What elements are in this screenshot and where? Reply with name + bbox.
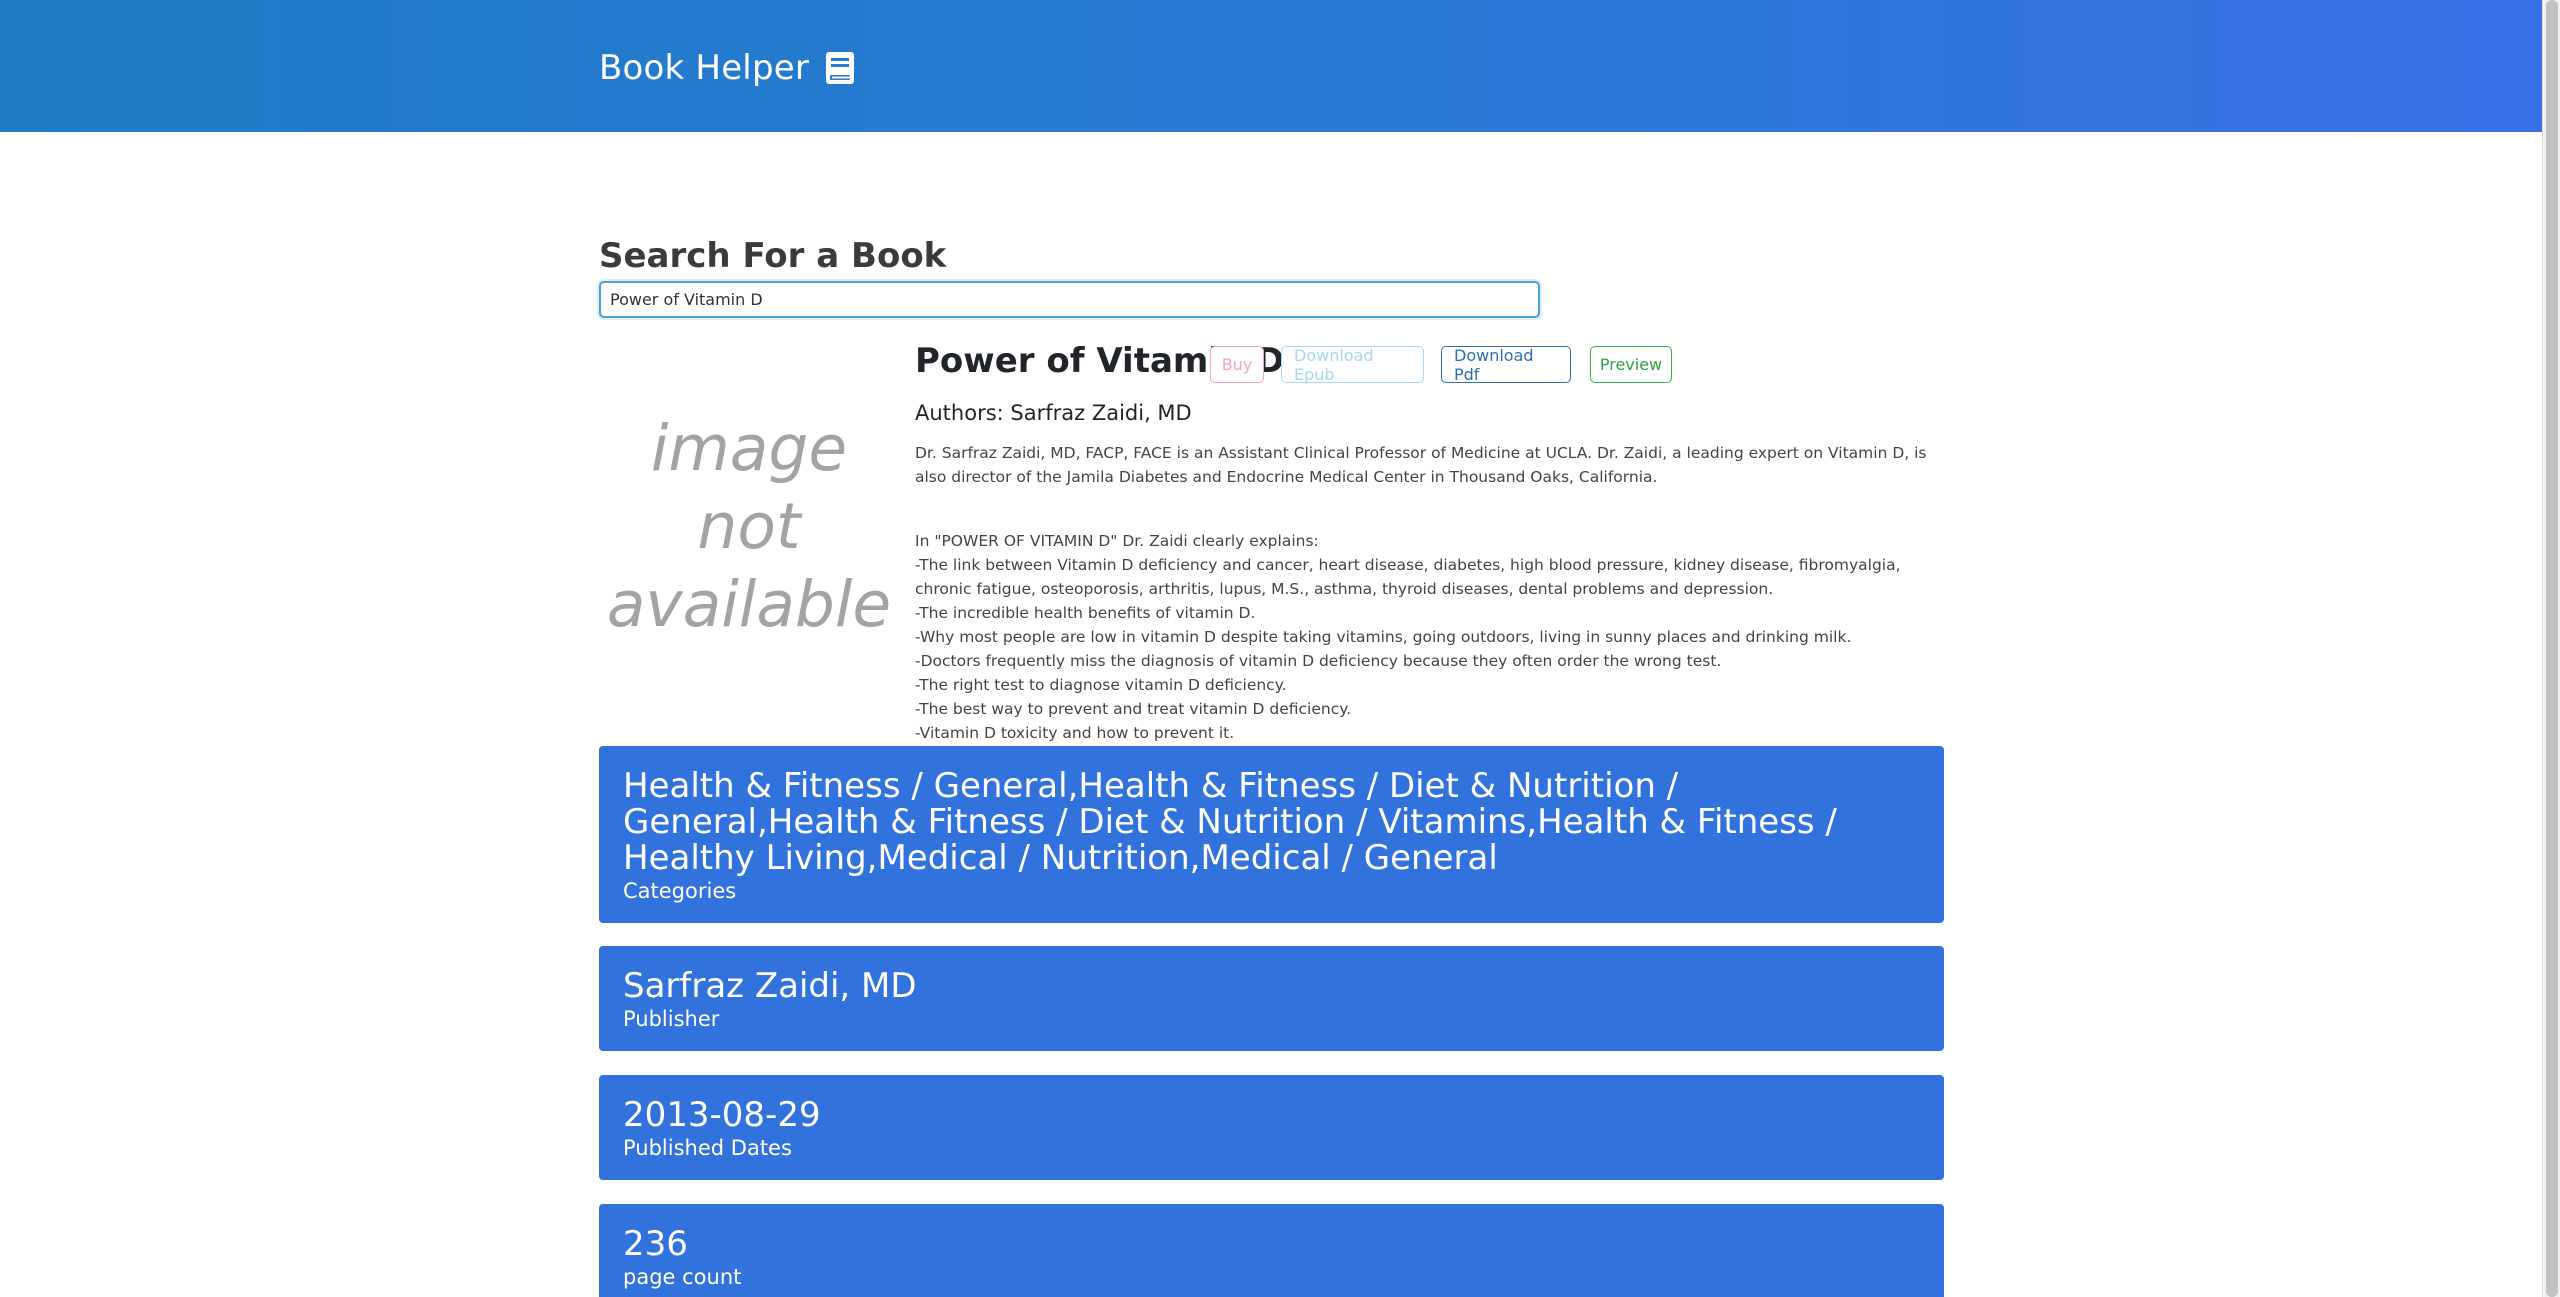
search-heading: Search For a Book	[599, 236, 947, 276]
description-line: -The right test to diagnose vitamin D de…	[915, 676, 1287, 694]
description-line: In "POWER OF VITAMIN D" Dr. Zaidi clearl…	[915, 532, 1319, 550]
page-count-value: 236	[623, 1224, 688, 1264]
description-line: -The incredible health benefits of vitam…	[915, 604, 1256, 622]
page-count-card: 236 page count	[599, 1204, 1944, 1297]
categories-label: Categories	[623, 879, 737, 903]
published-date-card: 2013-08-29 Published Dates	[599, 1075, 1944, 1180]
preview-button[interactable]: Preview	[1590, 346, 1672, 383]
brand-title: Book Helper	[599, 48, 810, 88]
publisher-card: Sarfraz Zaidi, MD Publisher	[599, 946, 1944, 1051]
categories-value: Health & Fitness / General,Health & Fitn…	[623, 766, 1837, 878]
buy-button[interactable]: Buy	[1210, 346, 1264, 383]
download-pdf-button[interactable]: Download Pdf	[1441, 346, 1571, 384]
published-date-label: Published Dates	[623, 1136, 792, 1160]
publisher-label: Publisher	[623, 1007, 720, 1031]
categories-card: Health & Fitness / General,Health & Fitn…	[599, 746, 1944, 923]
cover-placeholder: image not available	[599, 410, 899, 650]
description-line: -The best way to prevent and treat vitam…	[915, 700, 1352, 718]
description-line: -The link between Vitamin D deficiency a…	[915, 556, 1901, 598]
download-epub-button[interactable]: Download Epub	[1281, 346, 1424, 384]
book-icon	[826, 52, 855, 84]
description-line: -Doctors frequently miss the diagnosis o…	[915, 652, 1722, 670]
search-input[interactable]	[599, 281, 1540, 318]
description-line: -Vitamin D toxicity and how to prevent i…	[915, 724, 1235, 742]
scrollbar-thumb[interactable]	[2546, 0, 2558, 1297]
brand-link[interactable]: Book Helper	[599, 44, 855, 92]
page-count-label: page count	[623, 1265, 742, 1289]
book-authors: Authors: Sarfraz Zaidi, MD	[915, 401, 1192, 425]
published-date-value: 2013-08-29	[623, 1095, 821, 1135]
vertical-scrollbar[interactable]	[2542, 0, 2560, 1297]
description-intro: Dr. Sarfraz Zaidi, MD, FACP, FACE is an …	[915, 444, 1927, 486]
description-line: -Why most people are low in vitamin D de…	[915, 628, 1852, 646]
book-description: Dr. Sarfraz Zaidi, MD, FACP, FACE is an …	[915, 441, 1945, 745]
navbar: Book Helper	[0, 0, 2542, 132]
page: Book Helper Search For a Book image not …	[0, 0, 2560, 1297]
cover-placeholder-text: image not available	[606, 412, 892, 641]
publisher-value: Sarfraz Zaidi, MD	[623, 966, 917, 1006]
description-gap	[915, 489, 1945, 529]
